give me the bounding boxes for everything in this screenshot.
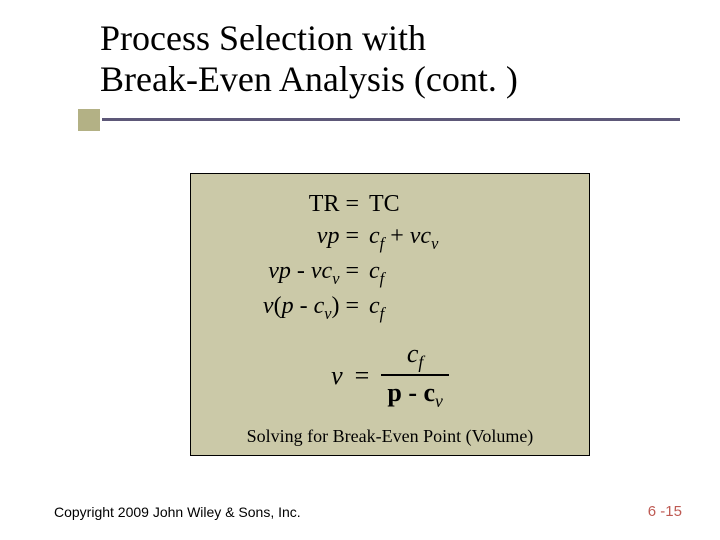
eq4-left: v(p - cv) = [209, 290, 369, 325]
fraction-denominator: p - cv [381, 378, 449, 412]
title-rule [78, 109, 680, 131]
fraction-numerator: cf [401, 339, 429, 373]
eq3-left: vp - vcv = [209, 255, 369, 290]
formula-caption: Solving for Break-Even Point (Volume) [209, 426, 571, 447]
equation-row-2: vp = cf + vcv [209, 220, 571, 255]
slide-title: Process Selection with Break-Even Analys… [100, 18, 680, 101]
equation-final: v = cf p - cv [209, 339, 571, 412]
eq2-left: vp [317, 223, 340, 249]
final-eq: = [355, 358, 382, 393]
title-line-2: Break-Even Analysis (cont. ) [100, 59, 518, 99]
eq1-left: TR [309, 191, 340, 217]
eq2-right: cf + vcv [369, 220, 571, 255]
eq3-right: cf [369, 255, 571, 290]
fraction-bar-icon [381, 374, 449, 376]
final-lhs: v [331, 358, 355, 393]
final-fraction: cf p - cv [381, 339, 449, 412]
equation-row-4: v(p - cv) = cf [209, 290, 571, 325]
equation-row-1: TR = TC [209, 188, 571, 220]
eq1-right: TC [369, 191, 400, 217]
rule-line [102, 118, 680, 121]
page-number: 6 -15 [648, 503, 682, 520]
eq4-right: cf [369, 290, 571, 325]
formula-box: TR = TC vp = cf + vcv vp - vcv = cf v(p … [190, 173, 590, 456]
equation-list: TR = TC vp = cf + vcv vp - vcv = cf v(p … [209, 188, 571, 412]
title-line-1: Process Selection with [100, 18, 426, 58]
slide: Process Selection with Break-Even Analys… [0, 0, 720, 540]
equation-row-3: vp - vcv = cf [209, 255, 571, 290]
accent-square-icon [78, 109, 100, 131]
copyright-text: Copyright 2009 John Wiley & Sons, Inc. [54, 504, 301, 520]
